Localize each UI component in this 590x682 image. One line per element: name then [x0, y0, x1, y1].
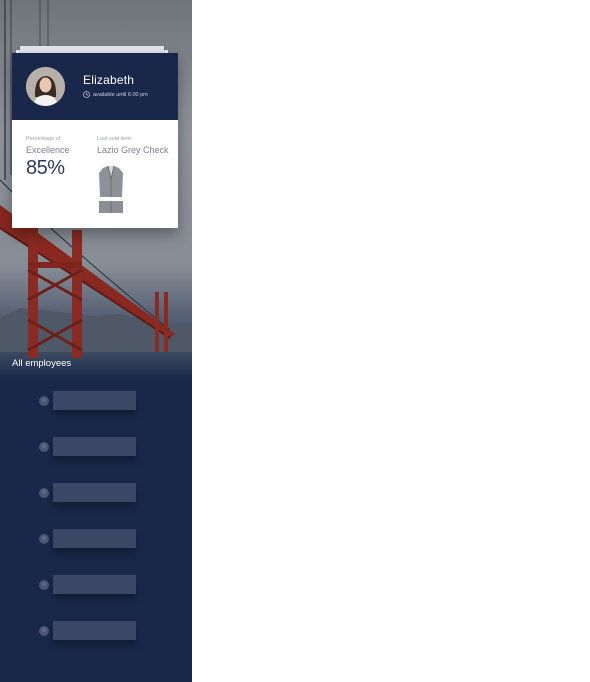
- profile-card[interactable]: Elizabeth available until 6.00 pm Percen…: [12, 53, 178, 228]
- employee-row[interactable]: [38, 390, 138, 410]
- availability-status: available until 6.00 pm: [83, 91, 148, 98]
- stat-caption: Last sold item: [97, 136, 131, 142]
- employee-avatar-icon: [38, 486, 50, 498]
- employee-row[interactable]: [38, 436, 138, 456]
- employee-name-placeholder: [53, 620, 136, 640]
- employee-row[interactable]: [38, 574, 138, 594]
- profile-stats: Percentage of Excellence 85% Last sold i…: [12, 120, 178, 228]
- profile-name: Elizabeth: [83, 73, 135, 87]
- stat-value: 85%: [26, 157, 65, 179]
- employee-avatar-icon: [38, 440, 50, 452]
- employee-name-placeholder: [53, 574, 136, 594]
- employee-row[interactable]: [38, 528, 138, 548]
- employee-avatar-icon: [38, 532, 50, 544]
- stat-caption: Percentage of: [26, 136, 61, 142]
- clock-icon: [83, 91, 90, 98]
- stat-title: Excellence: [26, 145, 70, 155]
- employee-avatar-icon: [38, 578, 50, 590]
- stat-title: Lazio Grey Check: [97, 145, 169, 155]
- employee-name-placeholder: [53, 390, 136, 410]
- employee-name-placeholder: [53, 482, 136, 502]
- excellence-stat: Percentage of Excellence 85%: [26, 136, 70, 180]
- profile-header: Elizabeth available until 6.00 pm: [12, 53, 178, 120]
- suit-image: [97, 165, 125, 220]
- employee-avatar-icon: [38, 624, 50, 636]
- employee-row[interactable]: [38, 482, 138, 502]
- side-panel: Elizabeth available until 6.00 pm Percen…: [0, 0, 192, 682]
- avatar[interactable]: [26, 67, 65, 106]
- employee-name-placeholder: [53, 436, 136, 456]
- employee-name-placeholder: [53, 528, 136, 548]
- availability-text: available until 6.00 pm: [93, 91, 148, 98]
- employee-avatar-icon: [38, 394, 50, 406]
- employee-row[interactable]: [38, 620, 138, 640]
- last-sold-stat: Last sold item Lazio Grey Check: [97, 136, 169, 155]
- employees-section-title: All employees: [12, 358, 72, 369]
